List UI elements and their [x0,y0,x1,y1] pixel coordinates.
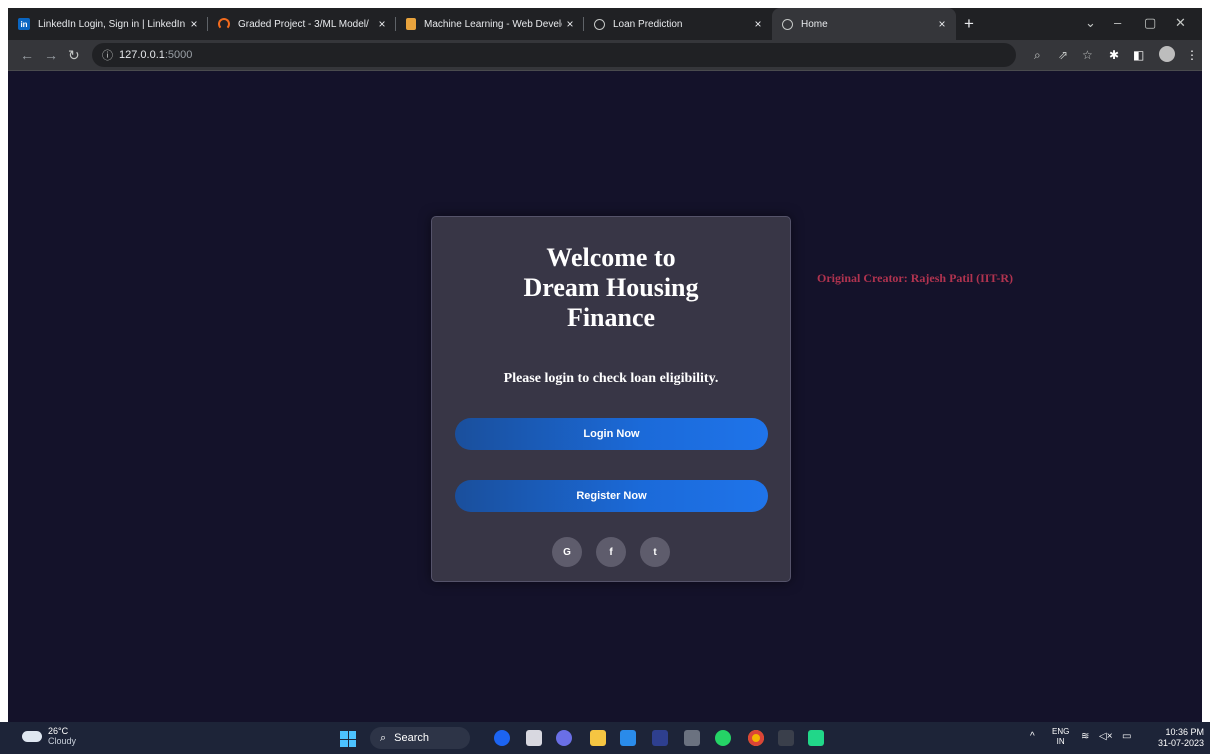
login-card: Welcome to Dream Housing Finance Please … [431,216,791,582]
terminal-icon[interactable] [778,730,794,746]
bing-icon[interactable] [494,730,510,746]
welcome-heading: Welcome to Dream Housing Finance [432,243,790,333]
mail-icon[interactable] [684,730,700,746]
reload-icon[interactable]: ↻ [68,46,80,64]
minimize-icon[interactable]: – [1114,14,1121,32]
globe-icon [594,18,605,30]
tab-linkedin[interactable]: in LinkedIn Login, Sign in | LinkedIn × [8,8,208,40]
photos-icon[interactable] [652,730,668,746]
arrow-left-icon[interactable]: ← [20,46,34,64]
heading-line: Dream Housing [523,273,699,302]
info-icon[interactable]: ⓘ [102,47,113,63]
close-icon[interactable]: × [186,17,202,31]
kebab-menu-icon[interactable]: ⋮ [1186,47,1198,63]
tab-title: Graded Project - 3/ML Model/ [238,18,369,30]
wifi-icon[interactable]: ≋ [1081,730,1089,744]
weather-temp: 26°C [48,726,69,736]
tab-graded-project[interactable]: Graded Project - 3/ML Model/ × [208,8,396,40]
register-button[interactable]: Register Now [455,480,768,512]
chrome-icon[interactable] [748,730,764,746]
taskbar: 26°C Cloudy ⌕ Search ^ ENG IN ≋ ◁× ▭ 10:… [0,722,1210,754]
new-tab-button[interactable]: + [964,14,974,34]
pycharm-icon[interactable] [808,730,824,746]
vscode-icon[interactable] [620,730,636,746]
globe-icon [782,18,793,30]
zoom-icon[interactable]: ⌕ [1034,47,1041,63]
tab-title: LinkedIn Login, Sign in | LinkedIn [38,18,186,30]
battery-icon[interactable]: ▭ [1122,730,1131,744]
facebook-icon[interactable]: f [596,537,626,567]
heading-line: Finance [566,303,656,332]
login-subtitle: Please login to check loan eligibility. [503,371,719,386]
tab-title: Machine Learning - Web Develop [424,18,562,30]
taskbar-search[interactable]: ⌕ Search [370,727,470,749]
weather-widget[interactable]: 26°C Cloudy [22,726,76,746]
toolbar: ← → ↻ ⓘ 127.0.0.1 :5000 ⌕ ⇗ ☆ ✱ ◧ ⋮ [8,40,1202,71]
page-content: Welcome to Dream Housing Finance Please … [8,71,1202,722]
chevron-up-icon[interactable]: ^ [1030,730,1035,744]
weather-condition: Cloudy [48,736,77,746]
search-icon: ⌕ [380,731,387,744]
login-button[interactable]: Login Now [455,418,768,450]
close-icon[interactable]: × [934,17,950,31]
browser-window: in LinkedIn Login, Sign in | LinkedIn × … [8,8,1202,722]
linkedin-icon: in [18,18,30,30]
tab-strip: in LinkedIn Login, Sign in | LinkedIn × … [8,8,1202,40]
book-icon [406,18,416,30]
google-icon[interactable]: G [552,537,582,567]
tab-title: Home [801,18,828,30]
address-bar[interactable]: ⓘ 127.0.0.1 :5000 [92,43,1016,67]
creator-credit: Original Creator: Rajesh Patil (IIT-R) [817,271,1013,285]
share-icon[interactable]: ⇗ [1058,47,1068,63]
close-icon[interactable]: × [374,17,390,31]
clock-time: 10:36 PM [1165,727,1204,737]
system-clock[interactable]: 10:36 PM 31-07-2023 [1156,727,1204,749]
url-port: :5000 [164,49,193,61]
arc-icon [218,18,230,30]
profile-icon[interactable] [1159,46,1175,62]
windows-start-icon[interactable] [340,731,356,747]
side-panel-icon[interactable]: ◧ [1133,47,1144,63]
twitter-icon[interactable]: t [640,537,670,567]
cloud-icon [22,730,42,742]
social-links: G f t [432,537,790,567]
arrow-right-icon[interactable]: → [44,46,58,64]
volume-icon[interactable]: ◁× [1099,730,1113,744]
star-icon[interactable]: ☆ [1082,47,1093,63]
close-icon[interactable]: × [562,17,578,31]
tab-search-chevron-icon[interactable]: ⌄ [1085,14,1096,32]
window-close-icon[interactable]: ✕ [1175,14,1186,32]
search-label: Search [394,732,430,744]
close-icon[interactable]: × [750,17,766,31]
language-indicator[interactable]: ENG IN [1052,727,1069,747]
puzzle-icon[interactable]: ✱ [1109,47,1119,63]
meet-icon[interactable] [556,730,572,746]
clock-date: 31-07-2023 [1157,738,1204,748]
url-host: 127.0.0.1 [119,49,165,61]
language-code: ENG [1052,727,1070,736]
maximize-icon[interactable]: ▢ [1144,14,1156,32]
tab-loan-prediction[interactable]: Loan Prediction × [584,8,772,40]
tab-home[interactable]: Home × [772,8,956,40]
file-icon[interactable] [526,730,542,746]
tab-title: Loan Prediction [613,18,683,30]
folder-icon[interactable] [590,730,606,746]
tab-machine-learning[interactable]: Machine Learning - Web Develop × [396,8,584,40]
whatsapp-icon[interactable] [715,730,731,746]
region-code: IN [1056,737,1065,746]
heading-line: Welcome to [546,243,676,272]
